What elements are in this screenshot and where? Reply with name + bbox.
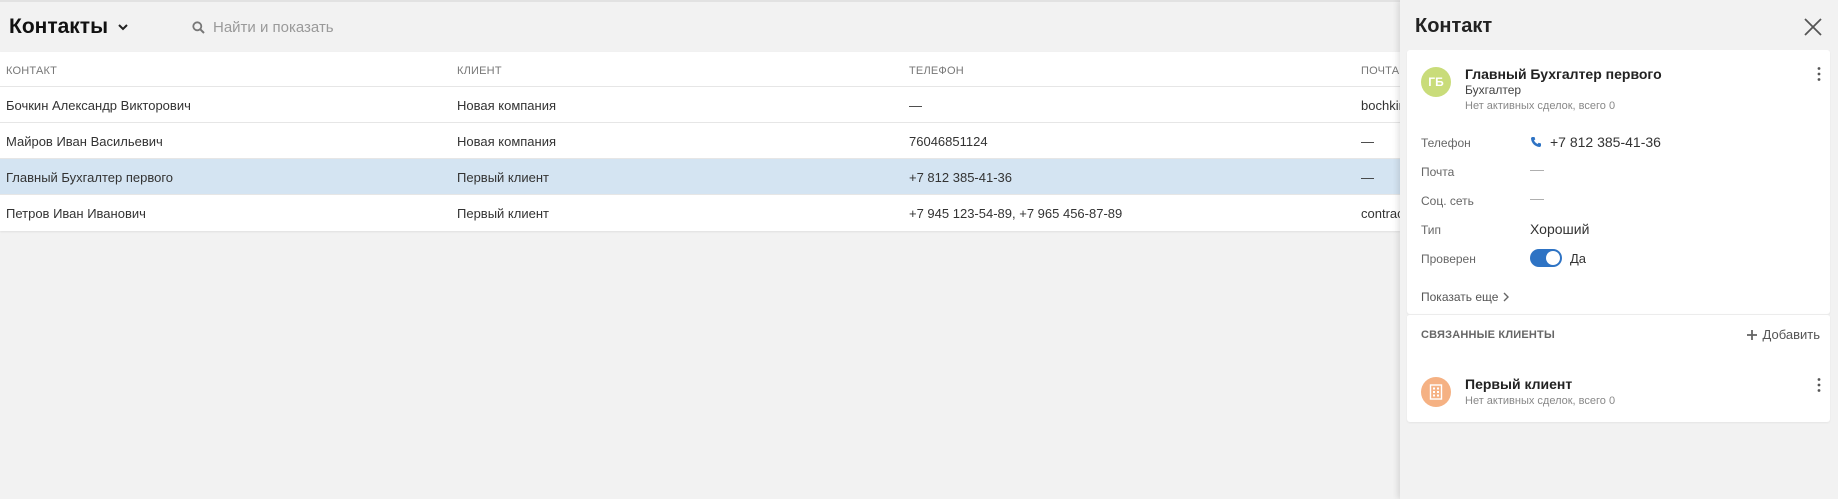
chevron-right-icon <box>1503 292 1510 302</box>
column-header-contact[interactable]: КОНТАКТ <box>6 65 446 77</box>
type-label: Тип <box>1421 223 1442 237</box>
related-client-name[interactable]: Первый клиент <box>1465 376 1572 392</box>
cell-phone: 76046851124 <box>909 134 988 149</box>
cell-phone: +7 812 385-41-36 <box>909 170 1013 185</box>
page-title: Контакты <box>9 15 109 38</box>
chevron-down-icon <box>118 24 128 31</box>
related-clients-card: СВЯЗАННЫЕ КЛИЕНТЫ Добавить Первый клиент… <box>1407 314 1830 422</box>
cell-phone: — <box>909 98 922 113</box>
cell-contact: Майров Иван Васильевич <box>6 134 163 149</box>
column-header-client[interactable]: КЛИЕНТ <box>457 65 897 77</box>
show-more-label: Показать еще <box>1421 290 1499 304</box>
table-row[interactable]: Петров Иван Иванович Первый клиент +7 94… <box>0 195 1401 231</box>
page-title-dropdown[interactable]: Контакты <box>9 15 130 39</box>
cell-email: — <box>1361 134 1374 149</box>
verified-label: Проверен <box>1421 252 1476 266</box>
search-bar <box>192 19 513 36</box>
plus-icon <box>1746 329 1757 340</box>
social-label: Соц. сеть <box>1421 194 1474 208</box>
page-header: Контакты <box>0 2 1400 52</box>
phone-value[interactable]: +7 812 385-41-36 <box>1530 134 1661 150</box>
cell-phone: +7 945 123-54-89, +7 965 456-87-89 <box>909 206 1123 221</box>
table-header: КОНТАКТ КЛИЕНТ ТЕЛЕФОН ПОЧТА <box>0 52 1400 87</box>
client-building-icon <box>1421 377 1451 407</box>
verified-value: Да <box>1570 250 1587 266</box>
table-row[interactable]: Бочкин Александр Викторович Новая компан… <box>0 87 1401 123</box>
table-row[interactable]: Майров Иван Васильевич Новая компания 76… <box>0 123 1400 159</box>
column-header-email[interactable]: ПОЧТА <box>1361 65 1401 77</box>
panel-title: Контакт <box>1415 15 1493 37</box>
cell-contact: Главный Бухгалтер первого <box>6 170 174 185</box>
verified-field: Да <box>1530 249 1586 267</box>
cell-email: contrac <box>1361 206 1401 221</box>
add-client-label: Добавить <box>1762 327 1820 342</box>
cell-client: Первый клиент <box>457 170 549 185</box>
more-vertical-icon[interactable] <box>1816 377 1822 393</box>
search-input[interactable] <box>213 19 513 36</box>
contacts-table: КОНТАКТ КЛИЕНТ ТЕЛЕФОН ПОЧТА Бочкин Алек… <box>0 52 1401 231</box>
phone-icon <box>1531 137 1541 147</box>
table-row-selected[interactable]: Главный Бухгалтер первого Первый клиент … <box>0 159 1400 195</box>
cell-client: Новая компания <box>457 134 557 149</box>
contact-detail-panel: Контакт ГБ Главный Бухгалтер первого Бух… <box>1400 0 1838 499</box>
related-client-deals: Нет активных сделок, всего 0 <box>1465 395 1616 407</box>
email-value[interactable]: — <box>1530 161 1544 177</box>
phone-label: Телефон <box>1421 136 1471 150</box>
add-client-button[interactable]: Добавить <box>1746 327 1820 342</box>
search-icon <box>192 21 205 34</box>
contact-card: ГБ Главный Бухгалтер первого Бухгалтер Н… <box>1407 50 1830 314</box>
cell-email: — <box>1361 170 1374 185</box>
close-icon[interactable] <box>1802 16 1824 38</box>
column-header-phone[interactable]: ТЕЛЕФОН <box>909 65 1349 77</box>
cell-client: Новая компания <box>457 98 557 113</box>
show-more-link[interactable]: Показать еще <box>1421 290 1510 304</box>
verified-toggle[interactable] <box>1530 249 1562 267</box>
cell-contact: Петров Иван Иванович <box>6 206 146 221</box>
contact-role: Бухгалтер <box>1465 83 1522 97</box>
cell-contact: Бочкин Александр Викторович <box>6 98 191 113</box>
social-value[interactable]: — <box>1530 190 1544 206</box>
phone-value-text: +7 812 385-41-36 <box>1550 134 1661 150</box>
cell-email: bochkin <box>1361 98 1401 113</box>
related-clients-heading: СВЯЗАННЫЕ КЛИЕНТЫ <box>1421 329 1555 341</box>
more-vertical-icon[interactable] <box>1816 66 1822 82</box>
contact-name[interactable]: Главный Бухгалтер первого <box>1465 66 1662 82</box>
type-value[interactable]: Хороший <box>1530 221 1589 237</box>
email-label: Почта <box>1421 165 1455 179</box>
avatar: ГБ <box>1421 67 1451 97</box>
contact-deals: Нет активных сделок, всего 0 <box>1465 100 1616 112</box>
cell-client: Первый клиент <box>457 206 549 221</box>
